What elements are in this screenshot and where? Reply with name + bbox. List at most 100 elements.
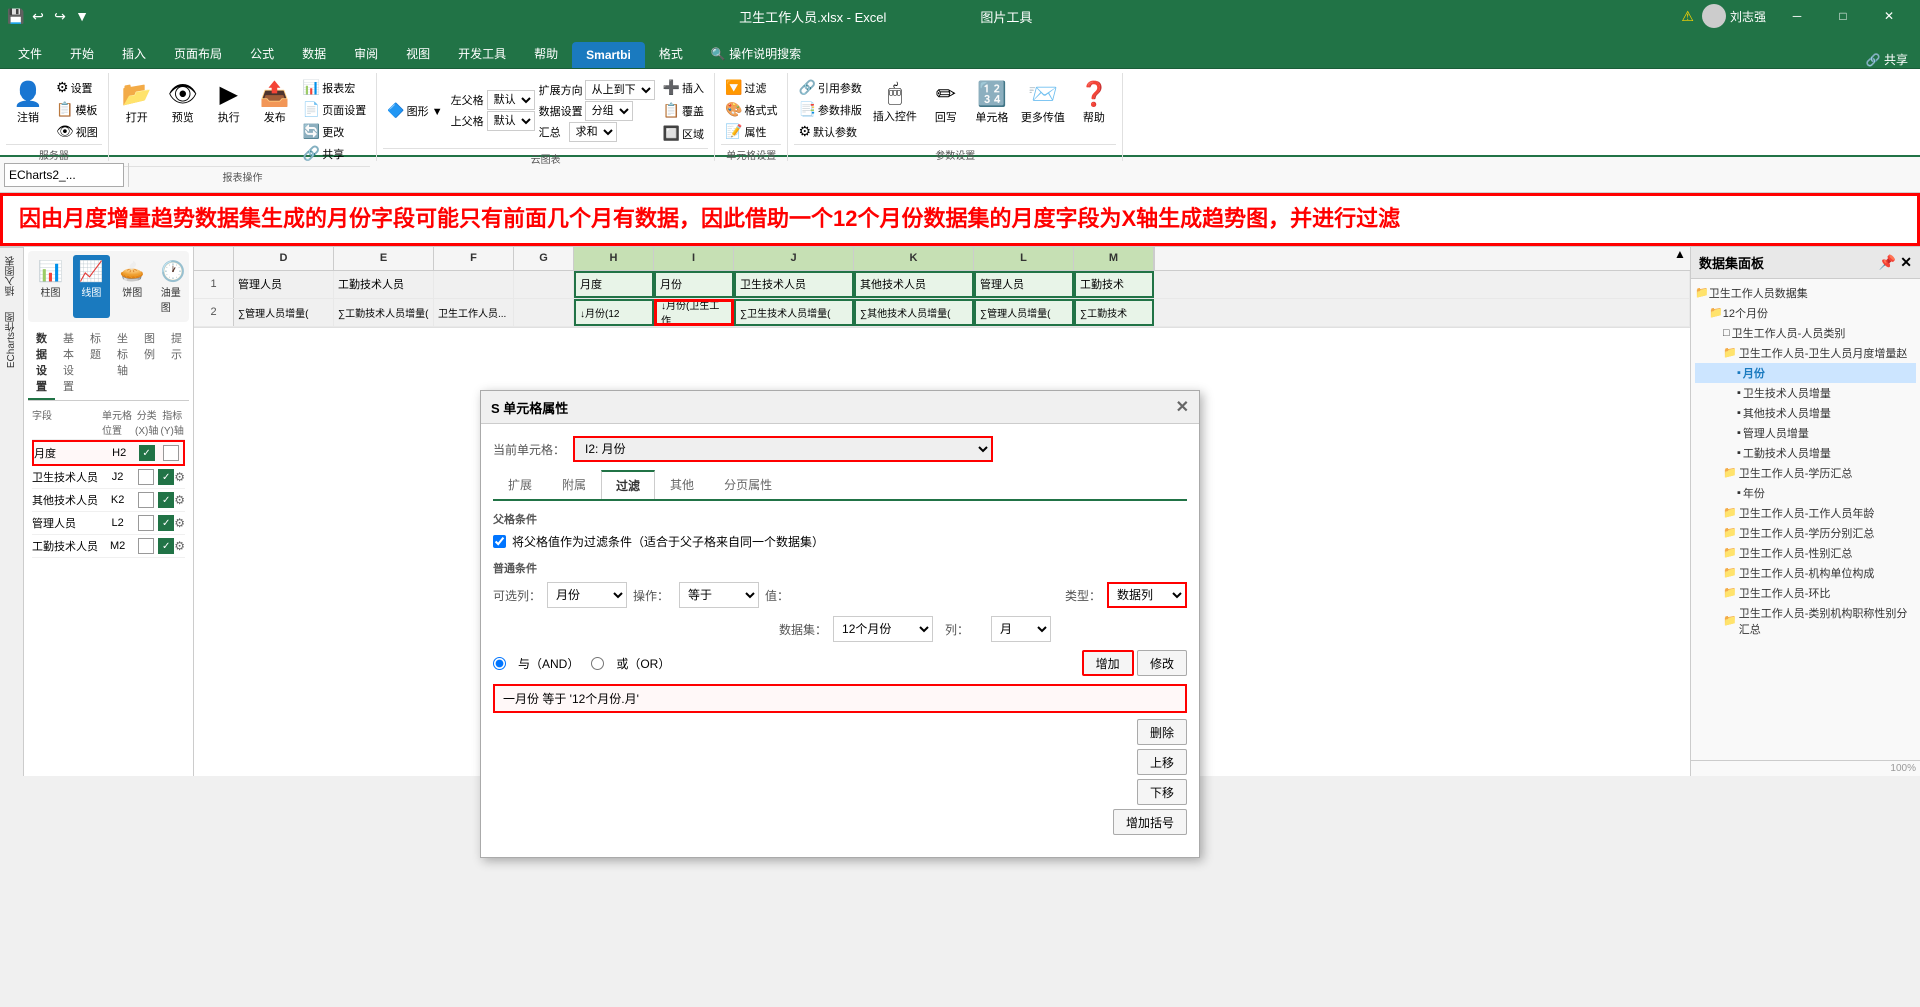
gear-icon-guanli[interactable]: ⚙ (174, 516, 185, 530)
open-button[interactable]: 📂 打开 (115, 77, 159, 128)
writeback-button[interactable]: ✏ 回写 (924, 77, 968, 128)
y-axis-check-gongqin[interactable] (158, 538, 174, 554)
cell-i1[interactable]: 月份 (654, 271, 734, 298)
ref-param-button[interactable]: 🔗引用参数 (794, 77, 865, 98)
type-select[interactable]: 数据列 (1107, 582, 1187, 608)
top-parent-select[interactable]: 默认 (487, 111, 535, 131)
chart-type-line[interactable]: 📈 线图 (73, 255, 110, 318)
dataset-select[interactable]: 12个月份 (833, 616, 933, 642)
tree-item-weishengjishu[interactable]: ▪ 卫生技术人员增量 (1695, 383, 1916, 403)
x-axis-check-qita[interactable] (138, 492, 154, 508)
tab-search[interactable]: 🔍 操作说明搜索 (697, 39, 815, 68)
y-axis-check-yuede[interactable] (163, 445, 179, 461)
current-cell-select[interactable]: I2: 月份 (573, 436, 993, 462)
more-writeback-button[interactable]: 📨 更多传值 (1016, 77, 1070, 128)
tab-format[interactable]: 格式 (645, 39, 697, 68)
tree-item-nianfen[interactable]: ▪ 年份 (1695, 483, 1916, 503)
logout-button[interactable]: 👤 注销 (6, 77, 50, 128)
filter-button[interactable]: 🔽过滤 (721, 77, 781, 98)
share-report-button[interactable]: 🔗共享 (299, 143, 370, 164)
tree-item-nianling[interactable]: 📁 卫生工作人员-工作人员年龄 (1695, 503, 1916, 523)
tab-view[interactable]: 视图 (392, 39, 444, 68)
help3-button[interactable]: ❓ 帮助 (1072, 77, 1116, 128)
y-axis-check-weisheng[interactable] (158, 469, 174, 485)
view-button[interactable]: 👁视图 (52, 121, 102, 142)
modify-button[interactable]: 修改 (1137, 650, 1187, 676)
tab-devtools[interactable]: 开发工具 (444, 39, 520, 68)
group-select[interactable]: 分组 (585, 101, 633, 121)
dialog-tab-expand[interactable]: 扩展 (493, 470, 547, 499)
dialog-tab-attach[interactable]: 附属 (547, 470, 601, 499)
tab-legend[interactable]: 图例 (136, 326, 163, 400)
close-button[interactable]: ✕ (1866, 0, 1912, 32)
page-setting-button[interactable]: 📄页面设置 (299, 99, 370, 120)
gear-icon-qita[interactable]: ⚙ (174, 493, 185, 507)
single-cell-button[interactable]: 🔢 单元格 (970, 77, 1014, 128)
gear-icon-weisheng[interactable]: ⚙ (174, 470, 185, 484)
tree-item-yueduzhangliang[interactable]: 📁 卫生工作人员-卫生人员月度增量赵 (1695, 343, 1916, 363)
tree-item-guanlirenyuan[interactable]: ▪ 管理人员增量 (1695, 423, 1916, 443)
tree-item-renyileibie[interactable]: □ 卫生工作人员-人员类别 (1695, 323, 1916, 343)
left-parent-select[interactable]: 默认 (487, 90, 535, 110)
cell-h2[interactable]: ↓月份(12 (574, 299, 654, 326)
tab-basic-settings[interactable]: 基本设置 (55, 326, 82, 400)
chart-type-pie[interactable]: 🥧 饼图 (114, 255, 151, 318)
cell-h1[interactable]: 月度 (574, 271, 654, 298)
tree-item-huanbi[interactable]: 📁 卫生工作人员-环比 (1695, 583, 1916, 603)
param-sort-button[interactable]: 📑参数排版 (794, 99, 865, 120)
tree-item-yuefen[interactable]: ▪ 月份 (1695, 363, 1916, 383)
tree-item-xuelihuizong[interactable]: 📁 卫生工作人员-学历分别汇总 (1695, 523, 1916, 543)
x-axis-check-guanli[interactable] (138, 515, 154, 531)
tree-item-root[interactable]: 📁 卫生工作人员数据集 (1695, 283, 1916, 303)
expand-dir-select[interactable]: 从上到下 (585, 80, 655, 100)
tab-axis[interactable]: 坐标轴 (109, 326, 136, 400)
cell-g1[interactable] (514, 271, 574, 298)
delete-button[interactable]: 删除 (1137, 719, 1187, 745)
tab-file[interactable]: 文件 (4, 39, 56, 68)
y-axis-check-qita[interactable] (158, 492, 174, 508)
cell-m2[interactable]: ∑工勤技术 (1074, 299, 1154, 326)
insert3-button[interactable]: ➕插入 (659, 77, 708, 98)
save-icon[interactable]: 💾 (8, 8, 24, 24)
chart-type-oil[interactable]: 🕐 油量图 (155, 255, 192, 318)
x-axis-check-yuede[interactable] (139, 445, 155, 461)
dialog-tab-page-prop[interactable]: 分页属性 (709, 470, 787, 499)
tree-item-qitajishu[interactable]: ▪ 其他技术人员增量 (1695, 403, 1916, 423)
tab-help[interactable]: 帮助 (520, 39, 572, 68)
tab-smartbi[interactable]: Smartbi (572, 42, 645, 68)
op-select[interactable]: 等于 (679, 582, 759, 608)
minimize-button[interactable]: ─ (1774, 0, 1820, 32)
tree-item-xingbie[interactable]: 📁 卫生工作人员-性别汇总 (1695, 543, 1916, 563)
cell-g2[interactable] (514, 299, 574, 326)
panel-close-icon[interactable]: ✕ (1900, 254, 1912, 271)
cell-j2[interactable]: ∑卫生技术人员增量( (734, 299, 854, 326)
insert-ctrl-button[interactable]: 🖱 插入控件 (868, 77, 922, 127)
tree-item-12months[interactable]: 📁 12个月份 (1695, 303, 1916, 323)
cell-l1[interactable]: 管理人员 (974, 271, 1074, 298)
move-down-button[interactable]: 下移 (1137, 779, 1187, 805)
property-button[interactable]: 📝属性 (721, 121, 781, 142)
tree-item-leibie[interactable]: 📁 卫生工作人员-类别机构职称性别分汇总 (1695, 603, 1916, 639)
tab-review[interactable]: 审阅 (340, 39, 392, 68)
customize-icon[interactable]: ▼ (74, 8, 90, 24)
preview-button[interactable]: 👁 预览 (161, 77, 205, 128)
tab-home[interactable]: 开始 (56, 39, 108, 68)
add-bracket-button[interactable]: 增加括号 (1113, 809, 1187, 835)
name-box[interactable] (4, 163, 124, 187)
chart-type-bar[interactable]: 📊 柱图 (32, 255, 69, 318)
settings-button[interactable]: ⚙设置 (52, 77, 102, 98)
sum-select[interactable]: 求和 (569, 122, 617, 142)
cell-f1[interactable] (434, 271, 514, 298)
undo-icon[interactable]: ↩ (30, 8, 46, 24)
redo-icon[interactable]: ↪ (52, 8, 68, 24)
publish-button[interactable]: 📤 发布 (253, 77, 297, 128)
dialog-close-button[interactable]: ✕ (1176, 397, 1189, 417)
tab-hint[interactable]: 提示 (163, 326, 190, 400)
template-button[interactable]: 📋模板 (52, 99, 102, 120)
cell-k2[interactable]: ∑其他技术人员增量( (854, 299, 974, 326)
or-radio[interactable] (591, 657, 604, 670)
add-button[interactable]: 增加 (1082, 650, 1134, 676)
tree-item-gongqinzhangliang[interactable]: ▪ 工勤技术人员增量 (1695, 443, 1916, 463)
cell-d2[interactable]: ∑管理人员增量( (234, 299, 334, 326)
tree-item-jigou[interactable]: 📁 卫生工作人员-机构单位构成 (1695, 563, 1916, 583)
